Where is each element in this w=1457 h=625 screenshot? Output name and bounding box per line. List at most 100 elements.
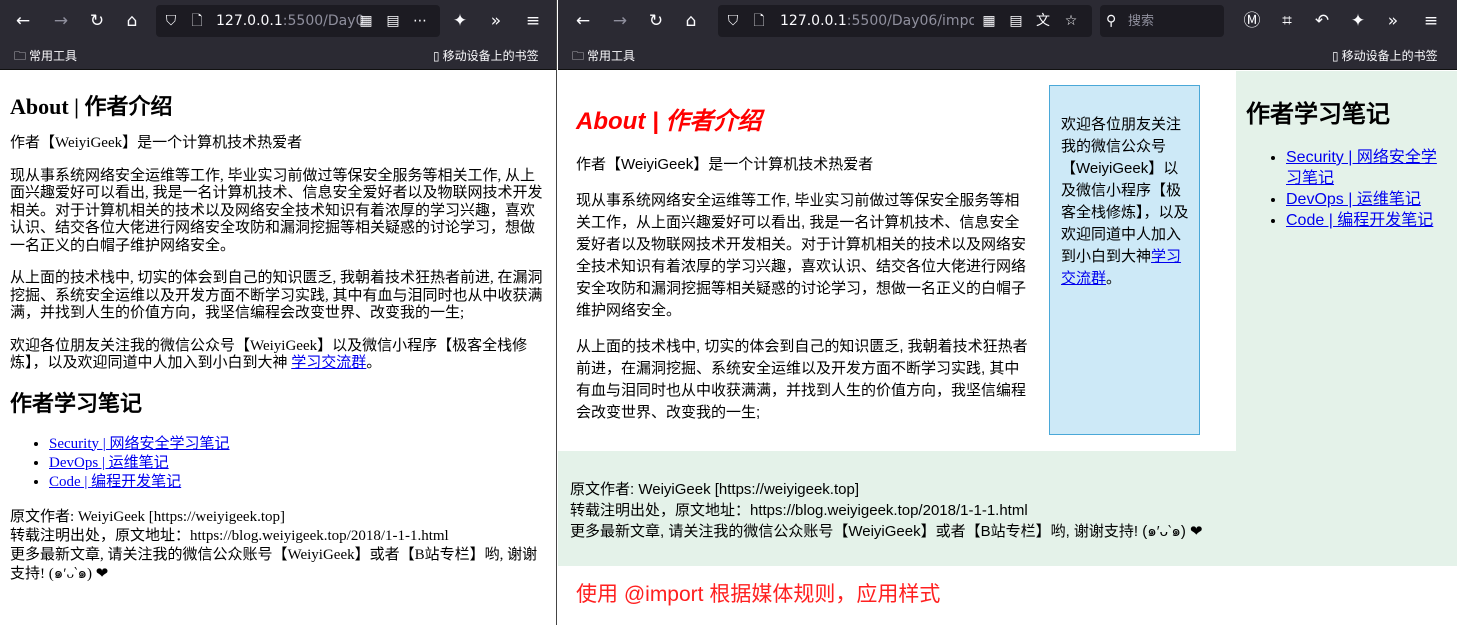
- bio-paragraph-2: 从上面的技术栈中, 切实的体会到自己的知识匮乏, 我朝着技术狂热者前进，在漏洞挖…: [576, 338, 1028, 421]
- security-notes-link[interactable]: Security | 网络安全学习笔记: [1286, 149, 1437, 187]
- footer: 原文作者: WeiyiGeek [https://weiyigeek.top] …: [558, 451, 1457, 566]
- bookmark-folder-label: 常用工具: [587, 49, 636, 63]
- mobile-bookmarks-label: 移动设备上的书签: [442, 49, 539, 63]
- bookmarks-toolbar: 🗀 常用工具 ▯ 移动设备上的书签: [558, 42, 1457, 70]
- translate-icon[interactable]: 文: [1032, 5, 1054, 37]
- footer-author: 原文作者: WeiyiGeek [https://weiyigeek.top]: [10, 508, 285, 525]
- list-item: Code | 编程开发笔记: [49, 473, 546, 492]
- welcome-text: 欢迎各位朋友关注我的微信公众号【WeiyiGeek】以及微信小程序【极客全栈修炼…: [10, 337, 528, 372]
- devops-notes-link[interactable]: DevOps | 运维笔记: [49, 455, 169, 471]
- bookmark-star-icon[interactable]: ☆: [1060, 5, 1082, 37]
- bio-paragraph-1: 现从事系统网络安全运维等工作, 毕业实习前做过等保安全服务等相关工作, 从上面兴…: [10, 167, 543, 254]
- reload-icon[interactable]: ↻: [84, 8, 110, 34]
- home-icon[interactable]: ⌂: [678, 8, 704, 34]
- shield-icon[interactable]: ⛉: [722, 5, 744, 37]
- notes-heading: 作者学习笔记: [10, 390, 143, 416]
- forward-arrow-icon[interactable]: →: [607, 8, 633, 34]
- code-notes-link[interactable]: Code | 编程开发笔记: [1286, 212, 1433, 229]
- study-group-link[interactable]: 学习交流群: [291, 355, 366, 371]
- notes-list: Security | 网络安全学习笔记 DevOps | 运维笔记 Code |…: [10, 435, 546, 492]
- footer-source: 转载注明出处，原文地址：https://blog.weiyigeek.top/2…: [10, 527, 449, 544]
- qr-code-icon[interactable]: ▦: [978, 5, 1000, 37]
- url-path: :5500/Day0: [282, 13, 365, 29]
- home-icon[interactable]: ⌂: [119, 8, 145, 34]
- navigation-toolbar: ← → ↻ ⌂ ⛉ 🗋 127.0.0.1:5500/Day06/import …: [558, 0, 1457, 42]
- overflow-chevrons-icon[interactable]: »: [1380, 8, 1406, 34]
- overflow-chevrons-icon[interactable]: »: [483, 8, 509, 34]
- notes-heading: 作者学习笔记: [1246, 101, 1390, 128]
- list-item: DevOps | 运维笔记: [1286, 189, 1447, 210]
- intro-paragraph: 作者【WeiyiGeek】是一个计算机技术热爱者: [10, 135, 303, 151]
- import-caption: 使用 @import 根据媒体规则，应用样式: [576, 583, 941, 606]
- notes-list: Security | 网络安全学习笔记 DevOps | 运维笔记 Code |…: [1246, 147, 1447, 231]
- bookmark-folder[interactable]: 🗀 常用工具: [572, 42, 635, 70]
- main-column: About | 作者介绍 作者【WeiyiGeek】是一个计算机技术热爱者 现从…: [576, 71, 1031, 438]
- mobile-bookmarks-label: 移动设备上的书签: [1341, 49, 1438, 63]
- page-icon[interactable]: 🗋: [748, 5, 770, 37]
- extensions-icon[interactable]: ✦: [1345, 8, 1371, 34]
- bookmarks-toolbar: 🗀 常用工具 ▯ 移动设备上的书签: [0, 42, 556, 70]
- list-item: Code | 编程开发笔记: [1286, 210, 1447, 231]
- page-icon[interactable]: 🗋: [186, 5, 208, 37]
- mobile-device-icon: ▯: [1332, 49, 1339, 63]
- folder-icon: 🗀: [14, 49, 27, 63]
- page-title: About | 作者介绍: [576, 108, 762, 135]
- search-icon: ⚲: [1106, 13, 1117, 29]
- hamburger-menu-icon[interactable]: ≡: [1418, 8, 1444, 34]
- page-title: About | 作者介绍: [10, 94, 173, 119]
- bookmark-folder-label: 常用工具: [29, 49, 78, 63]
- page-content-unstyled: About | 作者介绍 作者【WeiyiGeek】是一个计算机技术热爱者 现从…: [0, 71, 556, 584]
- security-notes-link[interactable]: Security | 网络安全学习笔记: [49, 436, 230, 452]
- reader-view-icon[interactable]: ▤: [1005, 5, 1027, 37]
- navigation-toolbar: ← → ↻ ⌂ ⛉ 🗋 127.0.0.1:5500/Day0 ▦ ▤ ⋯ ✦ …: [0, 0, 556, 42]
- mobile-bookmarks[interactable]: ▯ 移动设备上的书签: [1332, 42, 1438, 70]
- list-item: Security | 网络安全学习笔记: [1286, 147, 1447, 189]
- folder-icon: 🗀: [572, 49, 585, 63]
- extensions-icon[interactable]: ✦: [447, 8, 473, 34]
- footer: 原文作者: WeiyiGeek [https://weiyigeek.top] …: [10, 508, 546, 584]
- search-box[interactable]: ⚲ 搜索: [1100, 5, 1224, 37]
- right-browser-window: ← → ↻ ⌂ ⛉ 🗋 127.0.0.1:5500/Day06/import …: [558, 0, 1457, 625]
- address-bar[interactable]: ⛉ 🗋 127.0.0.1:5500/Day06/import ▦ ▤ 文 ☆: [718, 5, 1092, 37]
- code-notes-link[interactable]: Code | 编程开发笔记: [49, 474, 181, 490]
- devops-notes-link[interactable]: DevOps | 运维笔记: [1286, 191, 1421, 208]
- url-text[interactable]: 127.0.0.1:5500/Day0: [216, 5, 366, 37]
- welcome-end: 。: [366, 355, 382, 371]
- more-icon[interactable]: ⋯: [409, 5, 431, 37]
- left-browser-window: ← → ↻ ⌂ ⛉ 🗋 127.0.0.1:5500/Day0 ▦ ▤ ⋯ ✦ …: [0, 0, 557, 625]
- footer-more: 更多最新文章, 请关注我的微信公众账号【WeiyiGeek】或者【B站专栏】哟,…: [570, 523, 1203, 540]
- search-placeholder: 搜索: [1128, 13, 1155, 28]
- mobile-device-icon: ▯: [433, 49, 440, 63]
- list-item: Security | 网络安全学习笔记: [49, 435, 546, 454]
- notice-end: 。: [1106, 270, 1122, 287]
- address-bar[interactable]: ⛉ 🗋 127.0.0.1:5500/Day0 ▦ ▤ ⋯: [156, 5, 440, 37]
- footer-source: 转载注明出处，原文地址：https://blog.weiyigeek.top/2…: [570, 502, 1028, 519]
- back-arrow-icon[interactable]: ←: [570, 8, 596, 34]
- reload-icon[interactable]: ↻: [643, 8, 669, 34]
- bio-paragraph-2: 从上面的技术栈中, 切实的体会到自己的知识匮乏, 我朝着技术狂热者前进, 在漏洞…: [10, 270, 543, 321]
- undo-icon[interactable]: ↶: [1309, 8, 1335, 34]
- account-m-icon[interactable]: Ⓜ: [1239, 8, 1265, 34]
- url-host: 127.0.0.1: [780, 13, 847, 29]
- list-item: DevOps | 运维笔记: [49, 454, 546, 473]
- url-path: :5500/Day06/import: [846, 13, 974, 29]
- hamburger-menu-icon[interactable]: ≡: [520, 8, 546, 34]
- welcome-paragraph: 欢迎各位朋友关注我的微信公众号【WeiyiGeek】以及微信小程序【极客全栈修炼…: [10, 338, 546, 373]
- footer-author: 原文作者: WeiyiGeek [https://weiyigeek.top]: [570, 481, 859, 498]
- notice-text: 欢迎各位朋友关注我的微信公众号【WeiyiGeek】以及微信小程序【极客全栈修炼…: [1061, 116, 1189, 265]
- screenshot-crop-icon[interactable]: ⌗: [1274, 8, 1300, 34]
- wechat-notice-box: 欢迎各位朋友关注我的微信公众号【WeiyiGeek】以及微信小程序【极客全栈修炼…: [1049, 85, 1200, 435]
- reader-view-icon[interactable]: ▤: [382, 5, 404, 37]
- url-text[interactable]: 127.0.0.1:5500/Day06/import: [780, 5, 974, 37]
- forward-arrow-icon[interactable]: →: [48, 8, 74, 34]
- shield-icon[interactable]: ⛉: [160, 5, 182, 37]
- bookmark-folder[interactable]: 🗀 常用工具: [14, 42, 77, 70]
- url-host: 127.0.0.1: [216, 13, 283, 29]
- footer-more: 更多最新文章, 请关注我的微信公众账号【WeiyiGeek】或者【B站专栏】哟,…: [10, 546, 538, 582]
- mobile-bookmarks[interactable]: ▯ 移动设备上的书签: [433, 42, 539, 70]
- qr-code-icon[interactable]: ▦: [355, 5, 377, 37]
- back-arrow-icon[interactable]: ←: [10, 8, 36, 34]
- intro-paragraph: 作者【WeiyiGeek】是一个计算机技术热爱者: [576, 156, 874, 173]
- page-content-styled: About | 作者介绍 作者【WeiyiGeek】是一个计算机技术热爱者 现从…: [558, 71, 1457, 625]
- bio-paragraph-1: 现从事系统网络安全运维等工作, 毕业实习前做过等保安全服务等相关工作，从上面兴趣…: [576, 192, 1027, 319]
